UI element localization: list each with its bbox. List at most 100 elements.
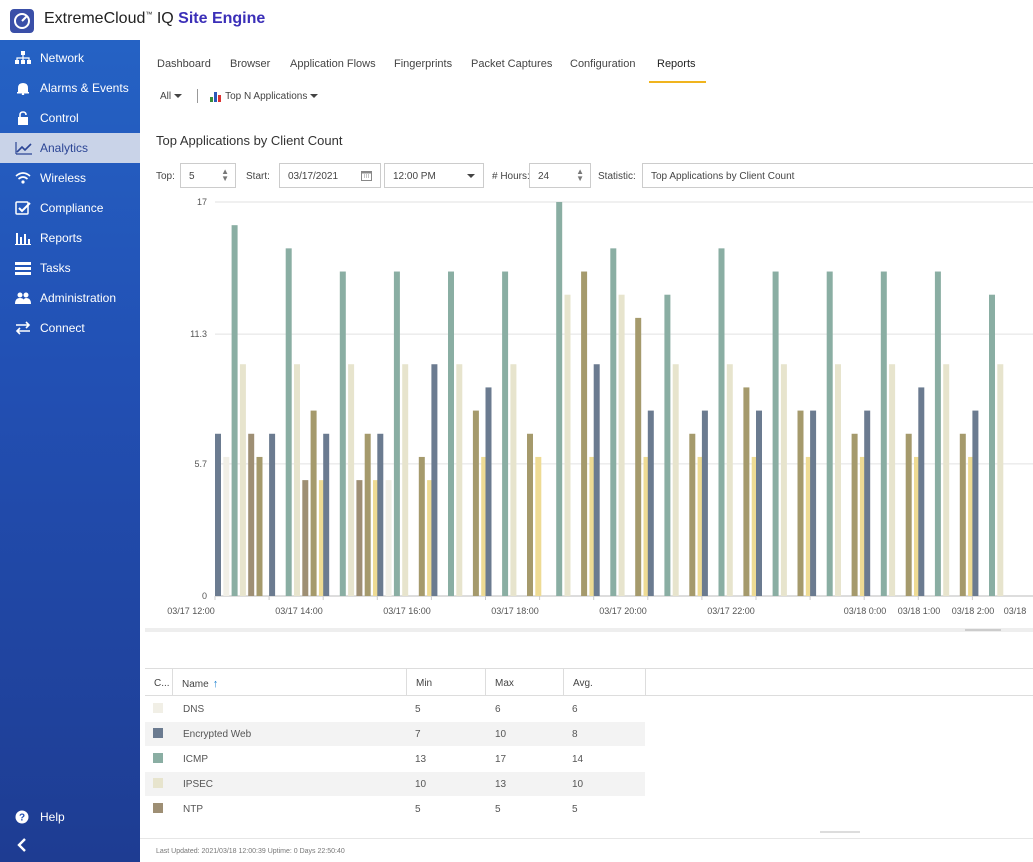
help-button[interactable]: ? Help: [0, 802, 140, 832]
report-title: Top Applications by Client Count: [156, 133, 343, 148]
sidebar-item-analytics[interactable]: Analytics: [0, 133, 140, 163]
check-icon: [15, 201, 31, 215]
cell-name: NTP: [183, 804, 203, 815]
cell-max: 13: [495, 779, 507, 790]
start-time-select[interactable]: 12:00 PM: [384, 163, 484, 188]
cell-max: 5: [495, 804, 501, 815]
statistic-select[interactable]: Top Applications by Client Count: [642, 163, 1033, 188]
bar: [527, 433, 533, 596]
report-params: Top: 5 ▲ ▼ Start: 03/17/2021 12:00 PM # Ho…: [150, 163, 1033, 189]
bar: [864, 410, 871, 596]
bar: [718, 248, 725, 596]
bar: [581, 271, 588, 596]
reports-icon: [15, 231, 31, 245]
cell-avg: 6: [572, 704, 578, 715]
bar: [310, 410, 317, 596]
tab-application-flows[interactable]: Application Flows: [290, 58, 376, 84]
splitter-handle[interactable]: [965, 629, 1001, 631]
bar: [851, 433, 858, 596]
column-header-max[interactable]: Max: [486, 669, 564, 696]
report-select-dropdown[interactable]: Top N Applications: [210, 91, 319, 102]
cell-min: 5: [415, 704, 421, 715]
sidebar-item-control[interactable]: Control: [0, 103, 140, 133]
tab-reports[interactable]: Reports: [649, 58, 705, 84]
bar: [564, 294, 571, 596]
bar: [377, 433, 384, 596]
sidebar-item-tasks[interactable]: Tasks: [0, 253, 140, 283]
sidebar-item-alarms-events[interactable]: Alarms & Events: [0, 73, 140, 103]
bar: [772, 271, 779, 596]
bar: [431, 364, 438, 596]
bar: [223, 456, 230, 596]
bar: [593, 364, 600, 596]
table-row[interactable]: ICMP 13 17 14: [145, 747, 645, 771]
bar: [364, 433, 371, 596]
cell-min: 13: [415, 754, 427, 765]
svg-text:?: ?: [19, 813, 25, 824]
start-date-field[interactable]: 03/17/2021: [279, 163, 381, 188]
collapse-sidebar-button[interactable]: [0, 830, 140, 860]
x-tick-label: 03/17 16:00: [383, 606, 431, 616]
tab-fingerprints[interactable]: Fingerprints: [394, 58, 452, 84]
column-header-avg[interactable]: Avg.: [564, 669, 646, 696]
scope-dropdown[interactable]: All: [160, 91, 182, 102]
bar: [689, 433, 696, 596]
tab-configuration[interactable]: Configuration: [570, 58, 635, 84]
x-tick-label: 03/18: [1004, 606, 1027, 616]
sidebar-item-administration[interactable]: Administration: [0, 283, 140, 313]
sidebar-item-network[interactable]: Network: [0, 43, 140, 73]
bar: [385, 480, 392, 596]
top-n-stepper[interactable]: 5 ▲ ▼: [180, 163, 236, 188]
cell-avg: 10: [572, 779, 584, 790]
bar: [959, 433, 966, 596]
bar: [294, 364, 300, 596]
bar: [215, 433, 221, 596]
bar: [989, 294, 995, 596]
bar: [248, 433, 255, 596]
cell-min: 5: [415, 804, 421, 815]
column-header-min[interactable]: Min: [407, 669, 486, 696]
column-header-color[interactable]: C...: [145, 669, 173, 696]
bar: [918, 387, 925, 596]
tab-dashboard[interactable]: Dashboard: [157, 58, 211, 84]
sidebar-item-connect[interactable]: Connect: [0, 313, 140, 343]
bar: [393, 271, 400, 596]
app-logo-icon[interactable]: [10, 9, 34, 33]
spinner-icon[interactable]: ▲ ▼: [221, 168, 229, 183]
panel-splitter[interactable]: [145, 628, 1033, 632]
divider: [196, 89, 198, 103]
column-header-name[interactable]: Name ↑: [173, 669, 407, 696]
bar: [510, 364, 517, 596]
bar: [780, 364, 787, 596]
bar: [726, 364, 733, 596]
bar: [402, 364, 409, 596]
calendar-icon[interactable]: [361, 170, 372, 184]
y-tick-label: 5.7: [194, 459, 207, 469]
color-swatch: [153, 753, 163, 763]
bar: [502, 271, 509, 596]
cell-name: IPSEC: [183, 779, 214, 790]
bar: [672, 364, 679, 596]
table-row[interactable]: Encrypted Web 7 10 8: [145, 722, 645, 746]
tab-packet-captures[interactable]: Packet Captures: [471, 58, 552, 84]
table-row[interactable]: NTP 5 5 5: [145, 797, 645, 821]
color-swatch: [153, 728, 163, 738]
table-row[interactable]: DNS 5 6 6: [145, 697, 645, 721]
table-header: C... Name ↑ Min Max Avg.: [145, 668, 1033, 696]
sidebar-item-reports[interactable]: Reports: [0, 223, 140, 253]
status-bar: Last Updated: 2021/03/18 12:00:39 Uptime…: [140, 838, 1033, 862]
horizontal-scrollbar[interactable]: [820, 831, 860, 833]
sidebar-item-wireless[interactable]: Wireless: [0, 163, 140, 193]
tab-browser[interactable]: Browser: [230, 58, 270, 84]
y-tick-label: 17: [197, 197, 207, 207]
y-tick-label: 0: [202, 591, 207, 601]
sidebar-item-compliance[interactable]: Compliance: [0, 193, 140, 223]
hours-stepper[interactable]: 24 ▲ ▼: [529, 163, 591, 188]
bar: [797, 410, 804, 596]
table-row[interactable]: IPSEC 10 13 10: [145, 772, 645, 796]
bar: [610, 248, 617, 596]
sidebar-nav: Network Alarms & Events Control Analytic…: [0, 40, 140, 862]
connect-icon: [15, 321, 31, 335]
bar: [472, 410, 479, 596]
spinner-icon[interactable]: ▲ ▼: [576, 168, 584, 183]
